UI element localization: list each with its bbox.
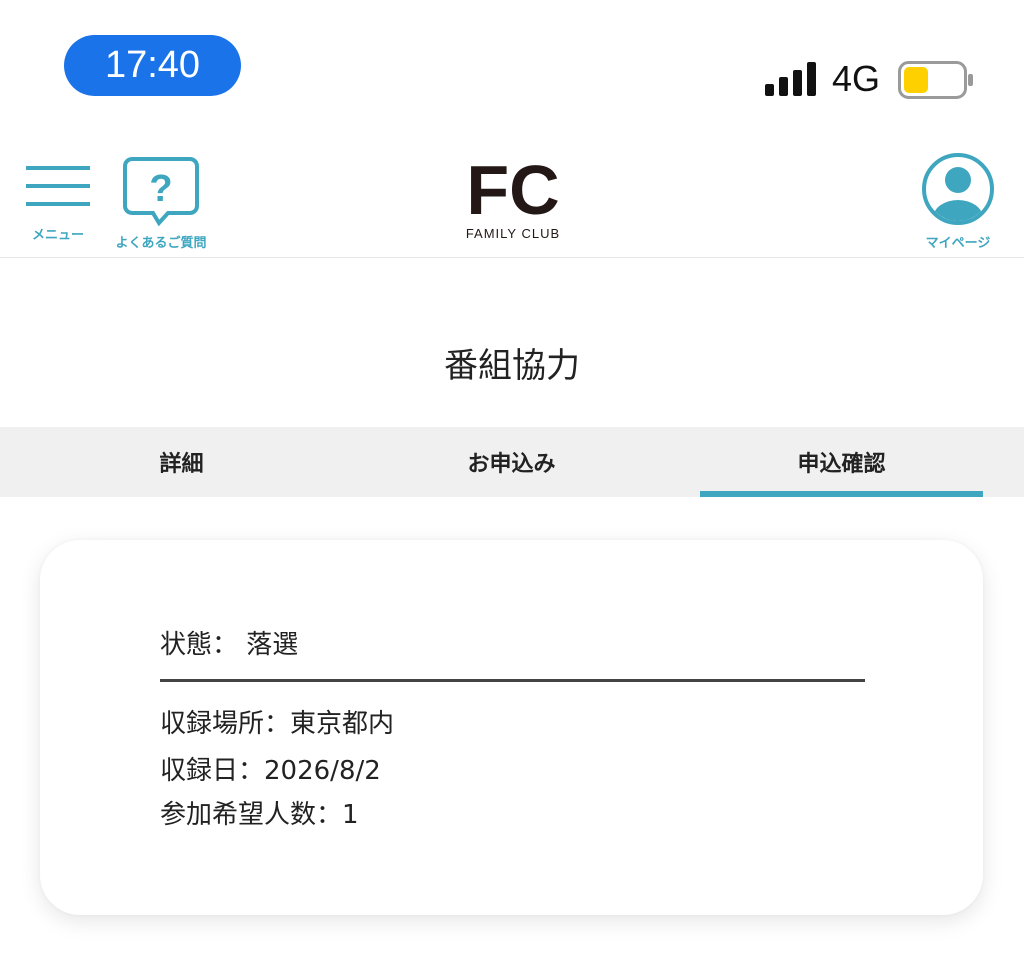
tab-bar: 詳細 お申込み 申込確認 bbox=[0, 427, 1024, 497]
user-avatar-icon bbox=[922, 153, 994, 225]
detail-label: 参加希望人数： bbox=[160, 800, 343, 830]
svg-text:?: ? bbox=[149, 168, 172, 210]
active-tab-indicator bbox=[700, 491, 983, 497]
logo-text: FAMILY CLUB bbox=[466, 226, 560, 241]
tab-confirmation[interactable]: 申込確認 bbox=[700, 427, 983, 497]
status-label: 状態： bbox=[160, 630, 239, 660]
status-time-text: 17:40 bbox=[104, 44, 201, 86]
detail-value: 2026/8/2 bbox=[264, 756, 381, 786]
hamburger-menu-icon bbox=[26, 166, 90, 206]
menu-button[interactable]: メニュー bbox=[20, 166, 96, 243]
recording-date-row: 収録日：2026/8/2 bbox=[160, 750, 381, 787]
divider bbox=[160, 679, 865, 682]
faq-button[interactable]: ? よくあるご質問 bbox=[106, 156, 216, 251]
recording-location-row: 収録場所：東京都内 bbox=[160, 703, 394, 740]
logo-mark: FC FAMILY CLUB bbox=[466, 151, 560, 241]
cellular-signal-icon bbox=[765, 62, 816, 96]
detail-value: 1 bbox=[342, 800, 359, 830]
detail-label: 収録場所： bbox=[160, 709, 291, 739]
tab-details[interactable]: 詳細 bbox=[40, 427, 323, 497]
fc-logo[interactable]: FC FAMILY CLUB bbox=[448, 151, 578, 242]
mypage-label: マイページ bbox=[925, 236, 991, 251]
page-title: 番組協力 bbox=[444, 346, 580, 386]
status-time: 17:40 bbox=[64, 35, 241, 96]
detail-value: 東京都内 bbox=[290, 709, 395, 739]
participant-count-row: 参加希望人数：1 bbox=[160, 794, 359, 831]
network-type: 4G bbox=[832, 58, 881, 99]
tab-apply[interactable]: お申込み bbox=[370, 427, 653, 497]
detail-label: 収録日： bbox=[160, 756, 265, 786]
status-row: 状態： 落選 bbox=[160, 624, 298, 661]
question-bubble-icon: ? bbox=[123, 157, 199, 226]
faq-label: よくあるご質問 bbox=[115, 236, 207, 251]
application-card: 状態： 落選 収録場所：東京都内 収録日：2026/8/2 参加希望人数：1 bbox=[40, 540, 983, 915]
menu-label: メニュー bbox=[31, 228, 84, 243]
battery-icon bbox=[898, 61, 973, 99]
app-header: メニュー ? よくあるご質問 FC FAMILY CLUB マイページ bbox=[0, 130, 1024, 258]
mypage-button[interactable]: マイページ bbox=[916, 152, 1000, 251]
logo-mark-text: FC bbox=[466, 154, 559, 229]
battery-level bbox=[904, 67, 928, 93]
status-value: 落選 bbox=[246, 630, 299, 660]
